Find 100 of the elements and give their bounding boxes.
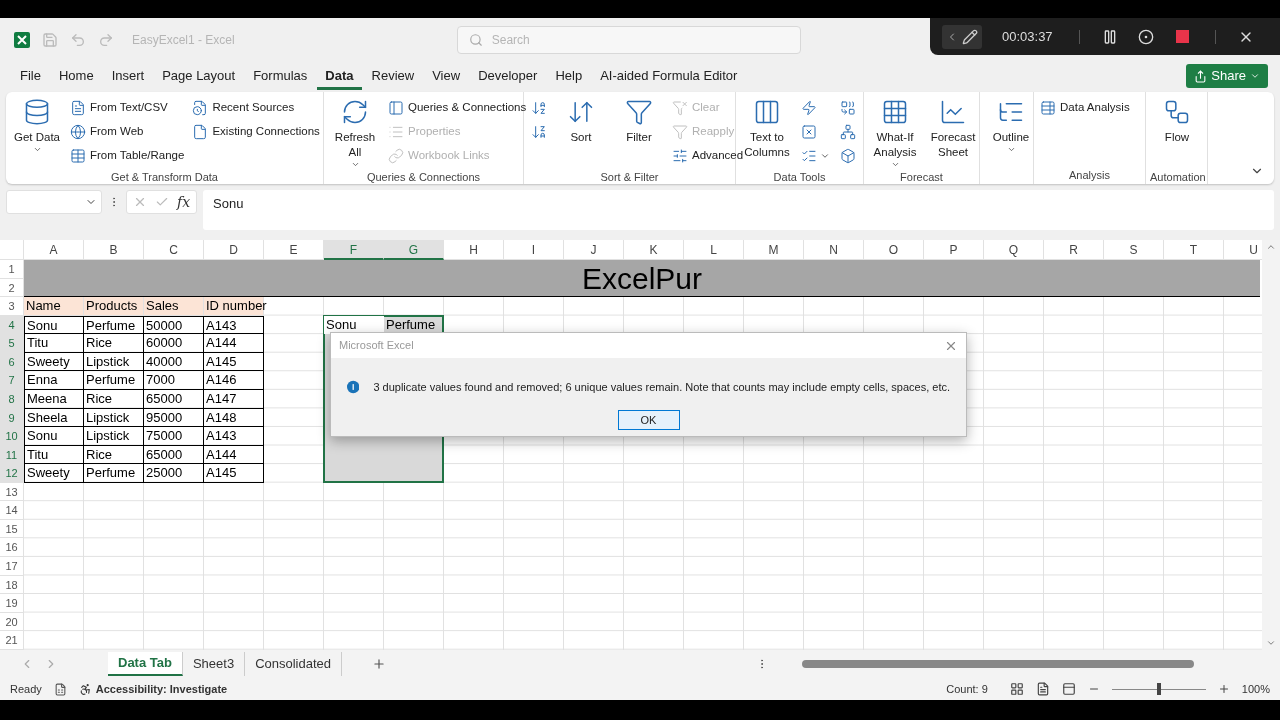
globe-icon	[70, 124, 86, 140]
ribbon-button[interactable]: What-If Analysis	[868, 96, 922, 170]
checklist-icon	[801, 148, 817, 164]
table-cell: 65000	[144, 389, 204, 409]
menu-tab[interactable]: View	[424, 64, 469, 90]
cancel-icon[interactable]	[133, 195, 147, 209]
table-cell: Name	[24, 297, 84, 316]
sheet-tab[interactable]: Sheet3	[182, 652, 246, 676]
search-field[interactable]: Search	[456, 26, 801, 54]
menu-tab[interactable]: AI-aided Formula Editor	[592, 64, 746, 90]
formula-field[interactable]: Sonu	[203, 190, 1274, 230]
table-cell: Perfume	[84, 315, 144, 335]
ribbon-button[interactable]: Refresh All	[328, 96, 382, 170]
group-label: Sort & Filter	[599, 170, 660, 184]
zoom-slider[interactable]	[1111, 683, 1206, 695]
table-cell: Sweety	[24, 464, 84, 483]
ribbon-button[interactable]: Get Data	[10, 96, 64, 170]
pencil-icon	[962, 28, 978, 45]
table-cell: Meena	[24, 389, 84, 409]
line-chart-icon	[939, 98, 967, 126]
table-cell: Lipstick	[84, 427, 144, 446]
table-cell: Perfume	[84, 464, 144, 483]
table-icon	[1040, 100, 1056, 116]
scroll-up-icon[interactable]	[1266, 242, 1276, 252]
table-cell: Products	[84, 297, 144, 316]
file-icon	[192, 124, 209, 140]
ok-button[interactable]: OK	[617, 410, 680, 430]
x-square-icon	[801, 124, 817, 140]
ribbon-button[interactable]: From Table/Range	[68, 144, 187, 168]
title-band: ExcelPur	[24, 260, 1260, 298]
window-title: EasyExcel1 - Excel	[132, 32, 235, 49]
menu-tab[interactable]: Formulas	[245, 64, 316, 90]
function-button[interactable]: fx	[177, 191, 191, 213]
normal-view-icon[interactable]	[1009, 682, 1024, 696]
table-cell: 95000	[144, 408, 204, 428]
annotate-button[interactable]	[942, 24, 982, 49]
table-cell-text: Perfume	[385, 315, 437, 334]
share-button[interactable]: Share	[1186, 64, 1268, 88]
macro-icon[interactable]	[53, 682, 67, 696]
scroll-down-icon[interactable]	[1266, 638, 1276, 648]
restart-icon[interactable]	[1137, 28, 1154, 45]
table-cell: A144	[204, 445, 264, 465]
table-cell: Titu	[24, 334, 84, 353]
ribbon-button[interactable]: Existing Connections	[190, 120, 322, 144]
table-cell: A147	[204, 389, 264, 409]
file-icon	[70, 100, 86, 116]
share-icon	[1194, 69, 1208, 83]
confirm-icon[interactable]	[155, 195, 169, 209]
ribbon-button[interactable]: From Web	[68, 120, 187, 144]
refresh-icon	[341, 98, 369, 126]
ribbon-button[interactable]: From Text/CSV	[68, 96, 187, 120]
ribbon-button[interactable]: Queries & Connections	[386, 96, 529, 120]
row-header: 7	[0, 371, 24, 390]
ribbon-button[interactable]: Forecast Sheet	[926, 96, 980, 170]
table-cell: 25000	[144, 464, 204, 483]
ribbon-button[interactable]: Recent Sources	[190, 96, 322, 120]
cube-icon	[840, 148, 856, 164]
page-break-icon[interactable]	[1061, 682, 1076, 696]
row-header: 5	[0, 334, 24, 353]
table-icon	[70, 148, 86, 164]
group-label: Forecast	[899, 170, 944, 184]
zoom-in-icon[interactable]	[1217, 683, 1230, 695]
table-cell: 65000	[144, 445, 204, 465]
stop-icon[interactable]	[1175, 30, 1189, 43]
ribbon-button[interactable]: Data Analysis	[1038, 96, 1132, 120]
add-sheet-icon[interactable]	[372, 657, 387, 671]
scrollbar-thumb[interactable]	[802, 660, 1195, 668]
excel-logo-icon	[14, 32, 30, 48]
ribbon-button[interactable]: Sort	[554, 96, 608, 170]
ribbon-button[interactable]: Flow	[1150, 96, 1204, 170]
row-header: 12	[0, 464, 24, 483]
table-cell: 50000	[144, 315, 204, 335]
ribbon-button[interactable]: Filter	[612, 96, 666, 170]
table-cell: Perfume	[84, 371, 144, 390]
sort-descending-icon	[531, 124, 547, 140]
accessibility-button[interactable]: Accessibility: Investigate	[78, 680, 228, 698]
table-cell: Sweety	[24, 352, 84, 372]
menu-tab[interactable]: Insert	[103, 64, 153, 90]
table-cell: A143	[204, 315, 264, 335]
group-label: Queries & Connections	[365, 170, 482, 184]
page-layout-icon[interactable]	[1035, 682, 1050, 696]
sheet-tab[interactable]: Data Tab	[108, 652, 183, 676]
group-label: Automation	[1150, 170, 1203, 184]
table-cell: 75000	[144, 427, 204, 446]
status-text: Ready	[10, 681, 42, 697]
table-cell: 40000	[144, 352, 204, 372]
menu-tab[interactable]: Help	[547, 64, 591, 90]
menu-tab[interactable]: Page Layout	[154, 64, 244, 90]
sheet-tab[interactable]: Consolidated	[245, 652, 343, 676]
columns-icon	[753, 98, 781, 126]
menu-tab[interactable]: Review	[363, 64, 423, 90]
table-cell: 60000	[144, 334, 204, 353]
ribbon-button[interactable]: Advanced	[670, 144, 746, 168]
zoom-reading: 100%	[1241, 681, 1270, 697]
ribbon-button[interactable]: Outline	[984, 96, 1038, 170]
menu-tab[interactable]: Developer	[470, 64, 546, 90]
zoom-thumb[interactable]	[1156, 683, 1161, 695]
menu-tab[interactable]: File	[12, 64, 49, 90]
menu-tab[interactable]: Home	[50, 64, 102, 90]
row-header: 14	[0, 501, 24, 520]
